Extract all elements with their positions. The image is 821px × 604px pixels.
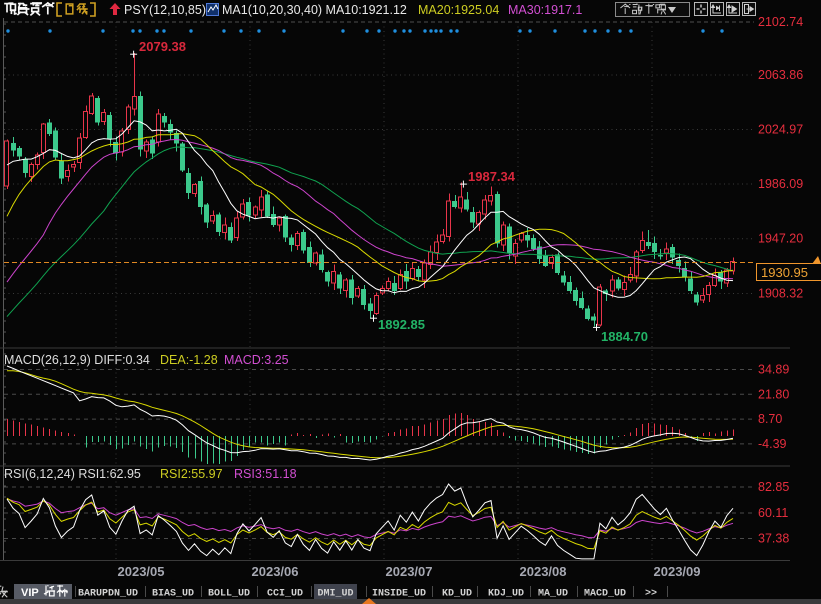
svg-text:2023/07: 2023/07 [386,564,433,579]
svg-text:34.89: 34.89 [758,363,789,377]
svg-text:PSY(12,10,85): PSY(12,10,85) [124,3,206,17]
svg-text:2023/08: 2023/08 [520,564,567,579]
svg-text:MACD:3.25: MACD:3.25 [224,353,289,367]
svg-text:DMI_UD: DMI_UD [317,589,353,600]
svg-text:1892.85: 1892.85 [378,317,425,332]
svg-text:DEA:-1.28: DEA:-1.28 [160,353,218,367]
svg-text:2023/09: 2023/09 [654,564,701,579]
svg-text:CCI_UD: CCI_UD [267,589,303,600]
svg-text:2023/06: 2023/06 [252,564,299,579]
svg-text:1908.32: 1908.32 [758,287,803,301]
svg-text:KD_UD: KD_UD [442,589,472,600]
svg-text:2079.38: 2079.38 [139,39,186,54]
svg-text:RSI2:55.97: RSI2:55.97 [160,467,223,481]
svg-text:37.38: 37.38 [758,532,789,546]
svg-text:1930.95: 1930.95 [761,265,808,280]
svg-text:RSI(6,12,24) RSI1:62.95: RSI(6,12,24) RSI1:62.95 [4,467,141,481]
svg-text:1947.20: 1947.20 [758,232,803,246]
svg-text:INSIDE_UD: INSIDE_UD [372,589,426,600]
svg-text:MA1(10,20,30,40) MA10:1921.12: MA1(10,20,30,40) MA10:1921.12 [222,3,407,17]
svg-text:1987.34: 1987.34 [468,169,516,184]
svg-text:1986.09: 1986.09 [758,177,803,191]
svg-text:VIP: VIP [21,587,39,599]
svg-text:BOLL_UD: BOLL_UD [208,589,250,600]
svg-text:2023/05: 2023/05 [118,564,165,579]
svg-text:8.70: 8.70 [758,412,782,426]
svg-text:21.80: 21.80 [758,387,789,401]
svg-text:82.85: 82.85 [758,480,789,494]
svg-text:RSI3:51.18: RSI3:51.18 [234,467,297,481]
svg-text:BIAS_UD: BIAS_UD [152,589,194,600]
svg-text:-4.39: -4.39 [758,437,787,451]
svg-text:>>: >> [645,589,657,600]
svg-text:2063.86: 2063.86 [758,68,803,82]
svg-text:MA30:1917.1: MA30:1917.1 [508,3,582,17]
svg-text:KDJ_UD: KDJ_UD [488,589,524,600]
svg-text:MACD_UD: MACD_UD [584,589,626,600]
svg-text:BARUPDN_UD: BARUPDN_UD [78,589,138,600]
svg-text:2024.97: 2024.97 [758,123,803,137]
svg-text:MA_UD: MA_UD [538,589,568,600]
svg-text:1884.70: 1884.70 [601,329,648,344]
svg-text:MACD(26,12,9) DIFF:0.34: MACD(26,12,9) DIFF:0.34 [4,353,150,367]
svg-text:60.11: 60.11 [758,506,788,520]
svg-text:2102.74: 2102.74 [758,15,803,29]
svg-text:MA20:1925.04: MA20:1925.04 [418,3,499,17]
